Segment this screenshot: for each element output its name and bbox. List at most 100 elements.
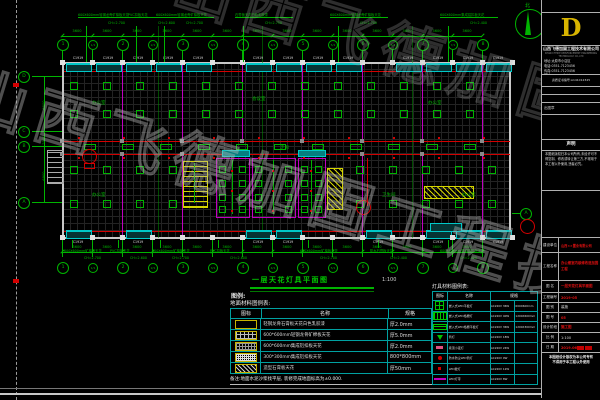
window-label: C1919 xyxy=(126,56,150,60)
fixture-name: 防水防尘LED筒灯 xyxy=(448,354,491,364)
downlight-dot xyxy=(231,190,233,192)
light-fixture xyxy=(103,82,111,90)
fold-mark xyxy=(13,83,19,87)
axis-bubble-bottom: 3 xyxy=(177,262,189,274)
partition-line xyxy=(362,64,363,141)
column xyxy=(150,235,155,240)
material-legend: 地面材料图例表: 图标名称规格轻钢龙骨石膏板天花白色乳胶漆厚2.0mm600*6… xyxy=(230,299,432,385)
window-label: C1919 xyxy=(126,240,150,244)
fixture-name: 嵌入式LED平板灯 xyxy=(448,301,491,311)
window xyxy=(366,230,392,239)
ceiling-annotation-height: CH=2.700 xyxy=(108,21,125,25)
axis-bubble-top: 8 xyxy=(477,39,489,51)
fixture-name: 筒灯 xyxy=(448,333,491,343)
lighting-legend-table: 图标名称规格嵌入式LED平板灯AC220V 36W600X600mm嵌入式LED… xyxy=(432,291,538,385)
light-fixture xyxy=(301,110,309,118)
light-fixture xyxy=(285,206,292,213)
owner-label: 建设单位 xyxy=(542,238,559,252)
ceiling-annotation-height: CH=2.700 xyxy=(360,21,377,25)
column xyxy=(270,235,275,240)
window-label: C1919 xyxy=(336,56,360,60)
fixture-param: AC220V 9W xyxy=(491,354,516,364)
light-fixture xyxy=(389,200,397,208)
lighting-legend: 灯具材料图例表: 图标名称规格嵌入式LED平板灯AC220V 36W600X60… xyxy=(432,283,538,385)
red-line xyxy=(64,141,510,142)
light-fixture xyxy=(169,166,177,174)
light-fixture xyxy=(255,180,262,187)
downlight-dot xyxy=(310,190,312,192)
company-name: 山西飞德加固工程技术有限公司 xyxy=(542,46,600,52)
plan-title-underline xyxy=(250,287,374,289)
ceiling-annotation-height: CH=2.700 xyxy=(172,256,189,260)
ceiling-annotation: 600X600mm轻钢龙骨矿棉板天花 xyxy=(330,13,388,18)
downlight-dot xyxy=(483,137,485,139)
column xyxy=(360,235,365,240)
axis-bubble-bottom: 1 xyxy=(57,262,69,274)
column xyxy=(330,235,335,240)
column xyxy=(120,60,125,65)
column xyxy=(420,60,425,65)
red-line xyxy=(64,154,510,155)
window-label: C1919 xyxy=(456,240,480,244)
ceiling-annotation: 600X600mm轻钢龙骨矿棉板天花 xyxy=(156,13,214,18)
annotation-leader xyxy=(243,26,244,62)
north-needle-icon xyxy=(525,11,531,35)
wp-icon xyxy=(438,356,442,360)
callout-leader xyxy=(367,158,368,206)
window-label: C1919 xyxy=(186,56,210,60)
column xyxy=(450,60,455,65)
dim-text: 3600 xyxy=(396,29,418,33)
dim-text: 3600 xyxy=(126,29,148,33)
downlight-dot xyxy=(310,210,312,212)
column xyxy=(420,152,424,156)
corridor-light xyxy=(312,144,324,150)
axis-bubble-bottom: 1/1 xyxy=(88,263,98,273)
light-fixture xyxy=(466,110,474,118)
legend-spec: 厚5.0mm xyxy=(388,330,431,340)
light-fixture xyxy=(466,82,474,90)
light-fixture xyxy=(389,166,397,174)
light-fixture xyxy=(169,82,177,90)
legend-row: 筒灯AC220V 18W xyxy=(433,332,537,343)
light-fixture xyxy=(367,110,375,118)
light-fixture xyxy=(315,206,322,213)
column xyxy=(450,235,455,240)
ceiling-annotation-height: CH=2.700 xyxy=(186,21,203,25)
legend-row: 嵌入式LED格栅灯AC220V 40W1200X600mm xyxy=(433,311,537,322)
annotation-leader xyxy=(86,26,87,62)
downlight-dot xyxy=(78,157,80,159)
legend-header: 图标 xyxy=(433,292,448,300)
column xyxy=(210,235,215,240)
axis-bubble-bottom: 6 xyxy=(357,262,369,274)
corridor-light xyxy=(426,144,438,150)
field-label: 图 号 xyxy=(542,313,559,322)
drawing-sheet: 山西飞德加固工程技术有限公司 山西飞德加固工程技术有限公司 111/11/122… xyxy=(0,0,600,400)
window xyxy=(186,63,212,72)
fixture-spec xyxy=(515,333,537,343)
fixture-name: 嵌入式LED格栅平板灯 xyxy=(448,322,491,332)
dim-text: 3600 xyxy=(276,29,298,33)
north-label: 北 xyxy=(525,2,530,9)
column xyxy=(60,60,65,65)
atrium-line xyxy=(311,160,312,214)
light-fixture xyxy=(285,180,292,187)
title-block-field: 设计阶段施工图 xyxy=(542,323,600,333)
light-fixture xyxy=(70,82,78,90)
legend-name: 造型石膏板天花 xyxy=(261,363,387,373)
partition-line xyxy=(122,64,123,141)
light-fixture xyxy=(301,180,308,187)
room-label: 会议室 xyxy=(252,96,266,102)
fixture-param: AC220V 18W xyxy=(491,333,516,343)
column xyxy=(420,235,425,240)
plan-title-underline-thin xyxy=(250,291,374,292)
light-fixture xyxy=(202,82,210,90)
room-label: 走廊 xyxy=(280,145,289,151)
downlight-dot xyxy=(258,157,260,159)
column xyxy=(150,60,155,65)
column xyxy=(120,235,125,240)
atrium-line xyxy=(273,160,274,214)
axis-bubble-top: 5 xyxy=(297,39,309,51)
downlight-dot xyxy=(272,210,274,212)
light-fixture xyxy=(315,166,322,173)
column xyxy=(510,235,515,240)
